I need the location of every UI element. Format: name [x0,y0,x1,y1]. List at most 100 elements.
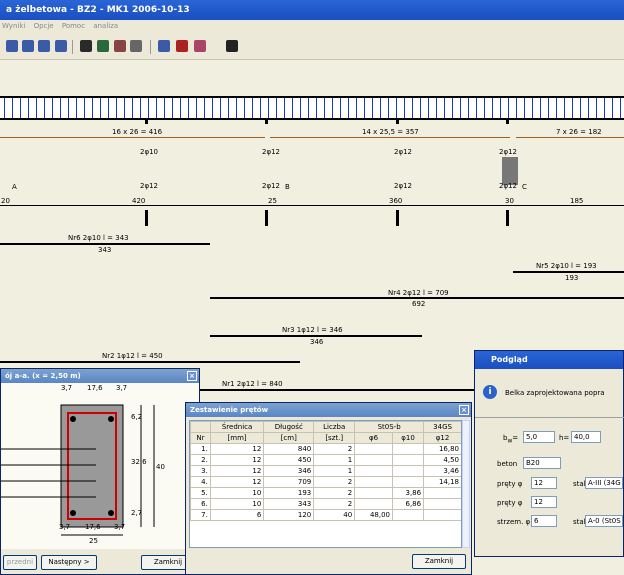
section-marker-c-bottom [396,210,403,226]
next-button[interactable]: Następny > [41,555,97,570]
bar-line-nr5[interactable] [513,271,624,273]
support-label-b: B [285,183,290,191]
rebar-label: 2φ12 [499,182,517,190]
dimension-label: 420 [132,197,146,205]
close-icon[interactable]: × [459,405,469,415]
bar-line-nr2[interactable] [0,361,300,363]
menu-item-wyniki[interactable]: Wyniki [2,22,25,30]
beton-select[interactable]: B20 [523,457,561,469]
title-bar: a żelbetowa - BZ2 - MK1 2006-10-13 [0,0,624,20]
col-header: Nr [190,432,211,444]
table-row[interactable]: 6. 10 343 2 6,86 [190,498,461,510]
bw-label: bw= [503,434,519,445]
rebar-label: 2φ12 [499,148,517,156]
col-header [190,421,211,433]
eraser-icon[interactable] [130,40,142,52]
section-marker-d-bottom [506,210,513,226]
bar-label-nr5: Nr5 2φ10 l = 193 [536,262,597,270]
preview-icon[interactable] [38,40,50,52]
bar-line-nr4[interactable] [210,297,624,299]
col-header: 34GS [423,421,461,433]
bar-label-nr6: Nr6 2φ10 l = 343 [68,234,129,242]
bar-line-nr6[interactable] [0,243,210,245]
stal2-label: stal [573,518,586,526]
preview-window: Podgląd i Belka zaprojektowana popra bw=… [474,350,624,557]
stal1-select[interactable]: A-III (34G [585,477,623,489]
table-row[interactable]: 1. 12 840 2 16,80 [190,443,461,455]
h-input[interactable]: 40,0 [571,431,601,443]
menu-item-opcje[interactable]: Opcje [34,22,54,30]
prev-button[interactable]: przedni [3,555,37,570]
dim-text: 3,7 [59,523,71,531]
tool-icon[interactable] [55,40,67,52]
rebar-label: 2φ12 [262,182,280,190]
vertical-scrollbar[interactable] [462,420,470,548]
col-subheader: φ12 [423,432,461,444]
preview-window-titlebar[interactable]: Podgląd [475,351,623,369]
dim-text: 6,2 [131,413,143,421]
menu-item-pomoc[interactable]: Pomoc [62,22,85,30]
support-label-a: A [12,183,17,191]
dim-text: 3,7 [61,384,73,392]
table-row[interactable]: 5. 10 193 2 3,86 [190,487,461,499]
section-drawing: 3,7 17,6 3,7 3,7 17,6 3,7 25 6,2 32,6 40… [1,383,199,549]
bw-input[interactable]: 5,0 [523,431,555,443]
rebar-dot [70,416,76,422]
bar-length-nr6: 343 [98,246,112,254]
section-marker-b-bottom [265,210,272,226]
section-window-titlebar[interactable]: ój a-a. (x = 2,50 m) × [1,369,199,383]
col-header: Długość [263,421,315,433]
rebar-label: 2φ12 [262,148,280,156]
section-marker-a-bottom [145,210,152,226]
stal2-select[interactable]: A-0 (St0S [585,515,623,527]
dim-text: 17,6 [87,384,103,392]
bars-table-container: Średnica Długość Liczba St0S-b 34GS Nr [… [189,420,462,548]
help-icon[interactable] [226,40,238,52]
dimension-label: 7 x 26 = 182 [556,128,602,136]
dim-text: 3,7 [114,523,126,531]
dim-text: 17,6 [85,523,101,531]
table-row[interactable]: 2. 12 450 1 4,50 [190,454,461,466]
beton-label: beton [497,460,518,468]
rebar-dot [108,416,114,422]
beam-icon[interactable] [80,40,92,52]
col-header: St0S-b [354,421,425,433]
section-window-title: ój a-a. (x = 2,50 m) [5,372,81,380]
prety1-input[interactable]: 12 [531,477,557,489]
info-icon: i [483,385,497,399]
close-icon[interactable]: × [187,371,197,381]
table-row[interactable]: 7. 6 120 40 48,00 [190,509,461,521]
menu-item-analiza[interactable]: analiza [93,22,118,30]
section-window: ój a-a. (x = 2,50 m) × 3,7 17,6 3,7 3,7 … [0,368,200,575]
pencil-icon[interactable] [114,40,126,52]
table-row[interactable]: 4. 12 709 2 14,18 [190,476,461,488]
prety2-label: pręty φ [497,499,523,507]
bars-window-titlebar[interactable]: Zestawienie prętów × [186,403,471,417]
beam-body[interactable] [0,96,624,120]
rebar-label: 2φ12 [394,182,412,190]
dimension-label: 20 [1,197,10,205]
bars-close-button[interactable]: Zamknij [412,554,466,569]
chart-icon[interactable] [176,40,188,52]
prety2-input[interactable]: 12 [531,496,557,508]
bar-line-nr3[interactable] [210,335,422,337]
save-icon[interactable] [6,40,18,52]
prety1-label: pręty φ [497,480,523,488]
strzem-label: strzem. φ [497,518,531,526]
col-header: Liczba [313,421,356,433]
table-row[interactable]: 3. 12 346 1 3,46 [190,465,461,477]
bar-line-nr1[interactable] [200,389,480,391]
rebar-icon[interactable] [97,40,109,52]
divider [475,417,624,418]
dimension-line [270,137,510,138]
dimension-label: 14 x 25,5 = 357 [362,128,419,136]
clipboard-icon[interactable] [158,40,170,52]
col-subheader: φ6 [354,432,393,444]
bars-window-title: Zestawienie prętów [190,406,269,414]
dim-text: 40 [156,463,165,471]
report-icon[interactable] [194,40,206,52]
rebar-label: 2φ12 [140,182,158,190]
dimension-line [516,137,624,138]
print-icon[interactable] [22,40,34,52]
strzem-input[interactable]: 6 [531,515,557,527]
